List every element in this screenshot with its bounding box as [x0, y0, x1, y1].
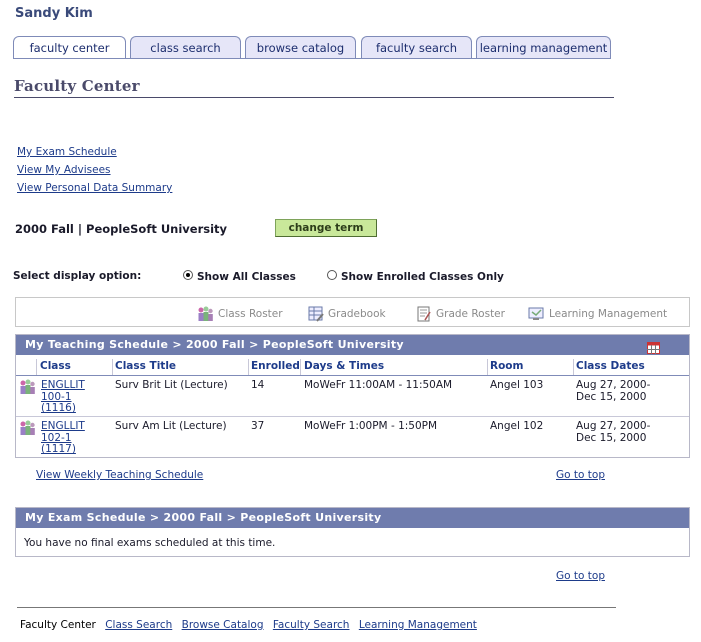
show-all-classes-radio[interactable]	[183, 270, 193, 280]
my-exam-schedule-link[interactable]: My Exam Schedule	[17, 146, 117, 158]
show-enrolled-classes-label: Show Enrolled Classes Only	[341, 271, 504, 283]
footer-nav: Faculty Center Class Search Browse Catal…	[20, 619, 483, 631]
column-header-class-dates[interactable]: Class Dates	[576, 360, 645, 372]
room-cell: Angel 102	[490, 420, 544, 432]
class-action-toolbar: Class Roster Gradebook Grade Roster Lear…	[15, 297, 690, 327]
tab-learning-management[interactable]: learning management	[476, 36, 611, 58]
show-enrolled-classes-radio[interactable]	[327, 270, 337, 280]
column-header-class-title[interactable]: Class Title	[115, 360, 176, 372]
learning-management-label: Learning Management	[549, 308, 668, 320]
people-icon	[196, 306, 214, 322]
display-option-label: Select display option:	[13, 270, 142, 282]
learning-icon	[528, 306, 545, 322]
term-label: 2000 Fall | PeopleSoft University	[15, 222, 228, 236]
class-title-cell: Surv Am Lit (Lecture)	[115, 420, 227, 432]
class-link[interactable]: ENGLLIT 100-1 (1116)	[41, 379, 85, 415]
enrolled-cell: 37	[251, 420, 265, 432]
learning-management-tool[interactable]: Learning Management	[528, 306, 667, 322]
view-my-advisees-link[interactable]: View My Advisees	[17, 164, 111, 176]
days-times-cell: MoWeFr 1:00PM - 1:50PM	[304, 420, 438, 432]
go-to-top-link[interactable]: Go to top	[556, 570, 605, 582]
column-header-days-times[interactable]: Days & Times	[304, 360, 384, 372]
tab-faculty-center[interactable]: faculty center	[13, 36, 126, 59]
column-header-room[interactable]: Room	[490, 360, 523, 372]
teaching-schedule-header: My Teaching Schedule > 2000 Fall > Peopl…	[16, 335, 689, 355]
class-roster-row-icon[interactable]	[18, 420, 36, 440]
gradebook-tool[interactable]: Gradebook	[308, 306, 386, 322]
days-times-cell: MoWeFr 11:00AM - 11:50AM	[304, 379, 453, 391]
teaching-schedule-panel: My Teaching Schedule > 2000 Fall > Peopl…	[15, 334, 690, 458]
exam-schedule-message: You have no final exams scheduled at thi…	[24, 537, 276, 549]
change-term-button[interactable]: change term	[275, 219, 377, 237]
class-title-cell: Surv Brit Lit (Lecture)	[115, 379, 228, 391]
footer-divider	[17, 607, 616, 608]
enrolled-cell: 14	[251, 379, 265, 391]
class-roster-tool[interactable]: Class Roster	[196, 306, 283, 322]
footer-class-search-link[interactable]: Class Search	[105, 619, 172, 631]
title-divider	[14, 97, 614, 98]
go-to-top-link[interactable]: Go to top	[556, 469, 605, 481]
footer-current-page: Faculty Center	[20, 619, 96, 631]
room-cell: Angel 103	[490, 379, 544, 391]
class-dates-cell: Aug 27, 2000- Dec 15, 2000	[576, 379, 651, 403]
grade-roster-label: Grade Roster	[436, 308, 505, 320]
tab-browse-catalog[interactable]: browse catalog	[245, 36, 356, 58]
column-header-class[interactable]: Class	[40, 360, 71, 372]
column-header-enrolled[interactable]: Enrolled	[251, 360, 300, 372]
page-title: Faculty Center	[14, 77, 140, 95]
show-all-classes-label: Show All Classes	[197, 271, 296, 283]
footer-learning-management-link[interactable]: Learning Management	[359, 619, 477, 631]
tab-faculty-search[interactable]: faculty search	[361, 36, 472, 58]
footer-browse-catalog-link[interactable]: Browse Catalog	[182, 619, 264, 631]
tab-divider	[13, 58, 611, 59]
footer-faculty-search-link[interactable]: Faculty Search	[273, 619, 350, 631]
class-roster-row-icon[interactable]	[18, 379, 36, 399]
exam-schedule-header: My Exam Schedule > 2000 Fall > PeopleSof…	[16, 508, 689, 528]
exam-schedule-panel: My Exam Schedule > 2000 Fall > PeopleSof…	[15, 507, 690, 557]
tab-class-search[interactable]: class search	[130, 36, 241, 58]
gradebook-label: Gradebook	[328, 308, 386, 320]
user-name: Sandy Kim	[15, 6, 93, 21]
grade-roster-icon	[416, 306, 432, 322]
view-personal-data-summary-link[interactable]: View Personal Data Summary	[17, 182, 172, 194]
view-weekly-teaching-schedule-link[interactable]: View Weekly Teaching Schedule	[36, 469, 203, 481]
class-dates-cell: Aug 27, 2000- Dec 15, 2000	[576, 420, 651, 444]
class-link[interactable]: ENGLLIT 102-1 (1117)	[41, 420, 85, 456]
grid-icon[interactable]	[647, 339, 660, 358]
gradebook-icon	[308, 306, 324, 322]
class-roster-label: Class Roster	[218, 308, 283, 320]
grade-roster-tool[interactable]: Grade Roster	[416, 306, 505, 322]
